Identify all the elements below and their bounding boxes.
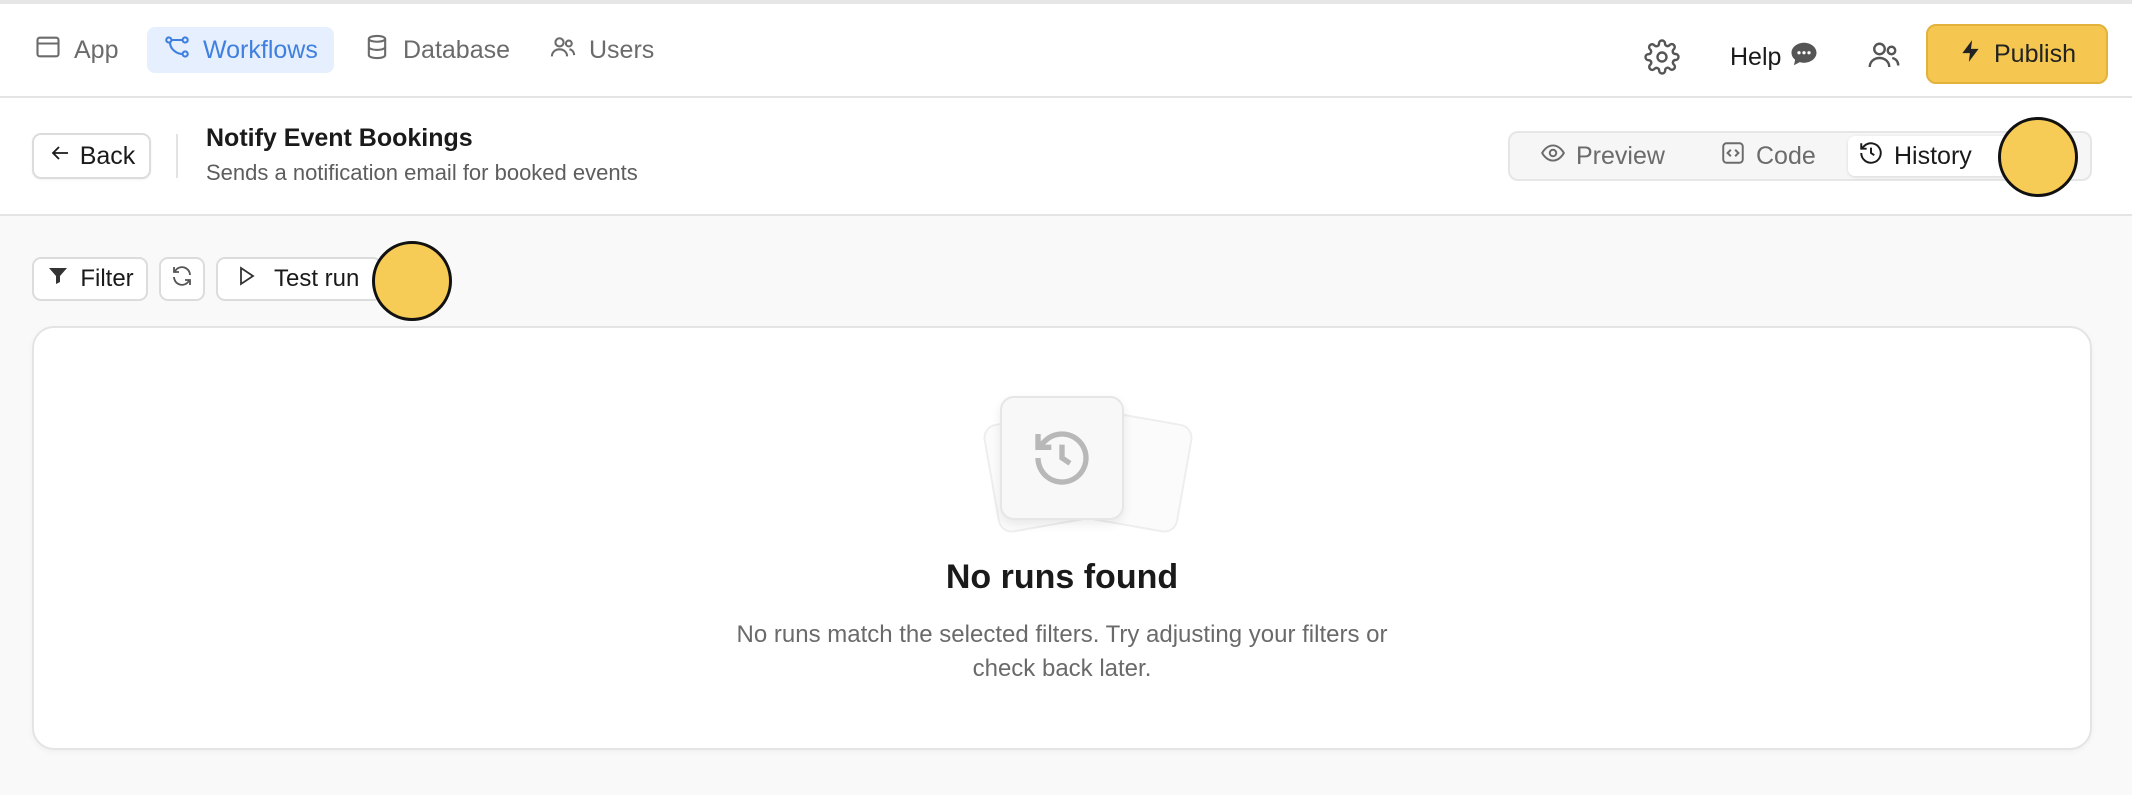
users-icon bbox=[549, 33, 577, 68]
workflow-description: Sends a notification email for booked ev… bbox=[206, 160, 638, 185]
runs-empty-state: No runs found No runs match the selected… bbox=[32, 326, 2092, 750]
help-label: Help bbox=[1730, 42, 1782, 71]
empty-history-icon bbox=[1000, 396, 1124, 520]
test-run-label: Test run bbox=[274, 265, 360, 292]
team-users-icon[interactable] bbox=[1866, 37, 1902, 73]
arrow-left-icon bbox=[48, 141, 72, 172]
lightning-icon bbox=[1958, 38, 1984, 71]
code-icon bbox=[1720, 140, 1746, 173]
nav-item-database[interactable]: Database bbox=[349, 27, 524, 73]
filter-label: Filter bbox=[80, 265, 134, 292]
tab-history[interactable]: History bbox=[1848, 136, 2018, 176]
publish-button[interactable]: Publish bbox=[1926, 24, 2108, 84]
empty-state-description: No runs match the selected filters. Try … bbox=[736, 621, 1388, 682]
back-button[interactable]: Back bbox=[32, 133, 151, 179]
refresh-icon bbox=[170, 264, 194, 295]
click-highlight-marker bbox=[1998, 117, 2078, 197]
publish-label: Publish bbox=[1994, 39, 2076, 68]
workflow-header: Back Notify Event Bookings Sends a notif… bbox=[0, 98, 2132, 216]
test-run-button[interactable]: Test run bbox=[216, 257, 382, 301]
nav-item-label: Workflows bbox=[203, 35, 318, 64]
funnel-icon bbox=[46, 264, 70, 295]
click-highlight-marker bbox=[372, 241, 452, 321]
empty-state-title: No runs found bbox=[945, 558, 1179, 596]
nav-item-app[interactable]: App bbox=[20, 27, 132, 73]
refresh-button[interactable] bbox=[159, 257, 205, 301]
nav-item-workflows[interactable]: Workflows bbox=[147, 27, 334, 73]
tab-label: History bbox=[1894, 141, 1972, 170]
back-label: Back bbox=[79, 141, 136, 170]
nav-item-label: Database bbox=[403, 35, 511, 64]
eye-icon bbox=[1540, 140, 1566, 173]
workflow-title: Notify Event Bookings bbox=[206, 124, 473, 152]
tab-preview[interactable]: Preview bbox=[1530, 136, 1675, 176]
top-navigation: App Workflows Database Users Help Publis… bbox=[0, 4, 2132, 98]
help-button[interactable]: Help bbox=[1730, 37, 1819, 77]
nav-item-users[interactable]: Users bbox=[535, 27, 668, 73]
play-icon bbox=[234, 264, 258, 295]
filter-button[interactable]: Filter bbox=[32, 257, 148, 301]
tab-label: Code bbox=[1756, 141, 1816, 170]
settings-gear-icon[interactable] bbox=[1644, 39, 1680, 75]
tab-label: Preview bbox=[1576, 141, 1665, 170]
tab-code[interactable]: Code bbox=[1710, 136, 1826, 176]
nav-item-label: Users bbox=[589, 35, 655, 64]
chat-bubble-icon bbox=[1789, 39, 1819, 76]
history-icon bbox=[1858, 140, 1884, 173]
database-icon bbox=[363, 33, 391, 68]
divider bbox=[176, 134, 178, 178]
workflow-icon bbox=[163, 33, 191, 68]
nav-item-label: App bbox=[74, 35, 119, 64]
window-icon bbox=[34, 33, 62, 68]
